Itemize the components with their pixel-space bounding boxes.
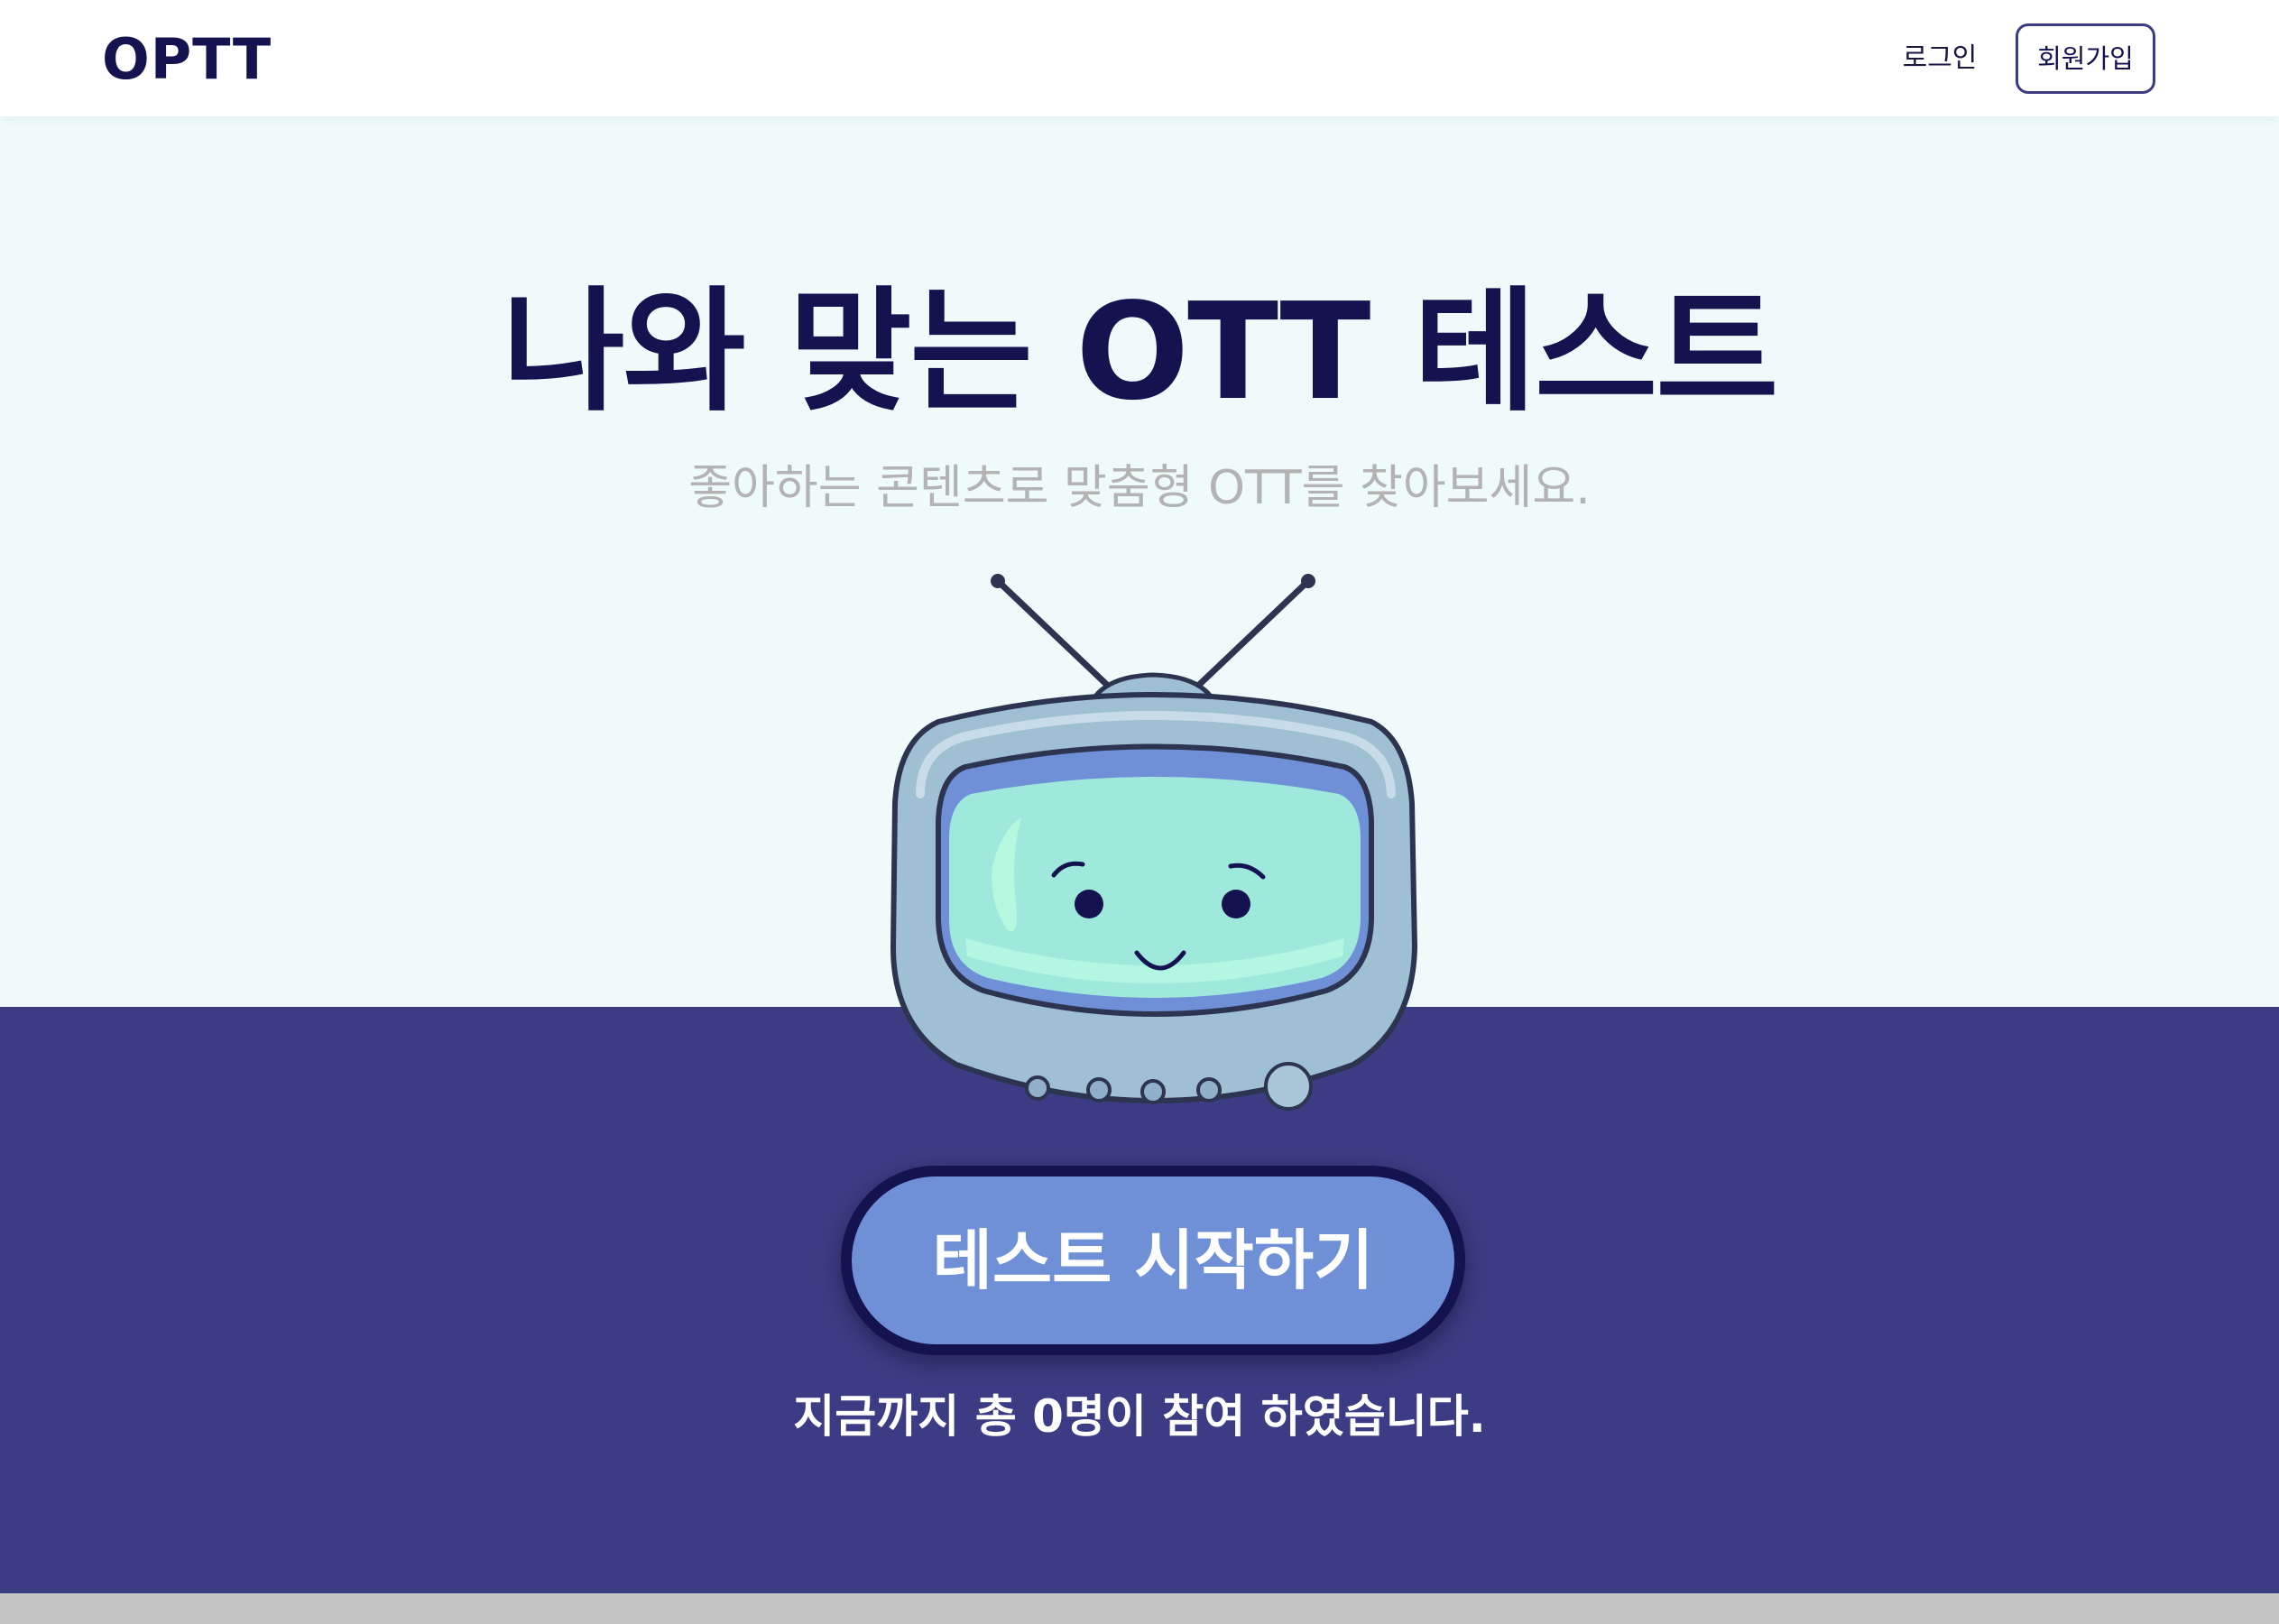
- page-bottom-edge: [0, 1593, 2279, 1624]
- page-subtitle: 좋아하는 콘텐츠로 맞춤형 OTT를 찾아보세요.: [688, 461, 1591, 515]
- signup-button[interactable]: 회원가입: [2016, 23, 2155, 94]
- login-link[interactable]: 로그인: [1895, 36, 1985, 81]
- top-header: OPTT 로그인 회원가입: [0, 0, 2279, 116]
- start-test-button[interactable]: 테스트 시작하기: [841, 1166, 1465, 1355]
- tv-mascot-icon: [890, 574, 1418, 1111]
- page-title: 나와 맞는 OTT 테스트: [502, 274, 1779, 429]
- optt-logo[interactable]: OPTT: [102, 25, 272, 94]
- participant-count: 지금까지 총 0명이 참여 하였습니다.: [793, 1390, 1486, 1443]
